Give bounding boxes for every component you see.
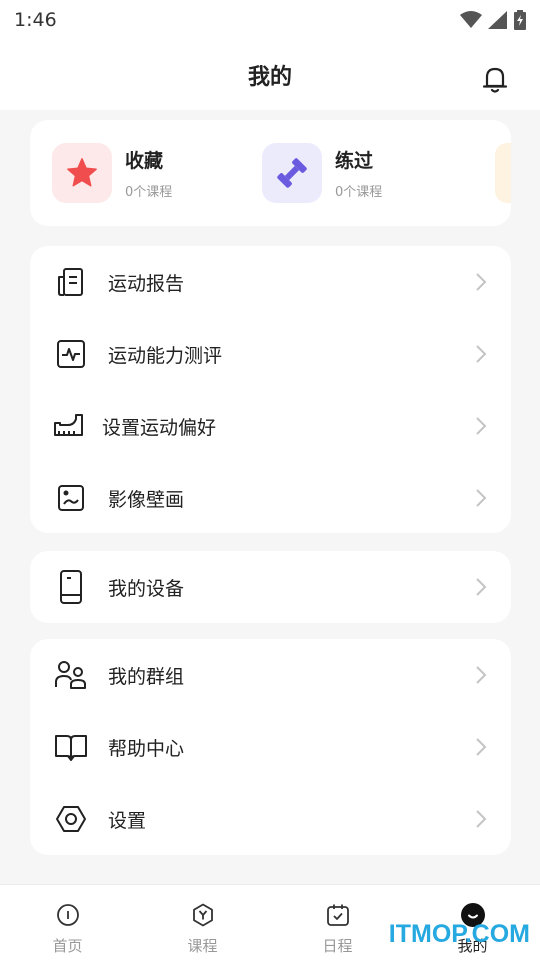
menu-label: 影像壁画 — [108, 488, 185, 511]
menu-item-sport-report[interactable]: 运动报告 — [30, 246, 511, 318]
picture-icon — [52, 479, 90, 517]
chevron-right-icon — [476, 273, 487, 291]
bell-icon[interactable] — [482, 66, 508, 94]
menu-item-preferences[interactable]: 设置运动偏好 — [30, 390, 511, 462]
calendar-icon — [324, 901, 352, 929]
book-icon — [52, 728, 90, 766]
menu-item-ability-test[interactable]: 运动能力测评 — [30, 318, 511, 390]
menu-item-my-groups[interactable]: 我的群组 — [30, 639, 511, 711]
course-icon — [189, 901, 217, 929]
page-title: 我的 — [247, 65, 292, 90]
menu-label: 运动能力测评 — [108, 344, 223, 367]
menu-item-help-center[interactable]: 帮助中心 — [30, 711, 511, 783]
menu-group-more: 我的群组 帮助中心 设置 — [30, 639, 511, 855]
chevron-right-icon — [476, 345, 487, 363]
practiced-item[interactable]: 练过 0个课程 — [262, 143, 382, 203]
tab-label: 日程 — [322, 937, 353, 955]
favorites-title: 收藏 — [125, 150, 164, 172]
favorites-count: 0个课程 — [125, 185, 173, 200]
tab-label: 课程 — [187, 937, 218, 955]
title-bar: 我的 — [0, 40, 540, 110]
chevron-right-icon — [476, 738, 487, 756]
next-item-peek — [495, 143, 511, 203]
chevron-right-icon — [476, 417, 487, 435]
favorites-card: 收藏 0个课程 练过 0个课程 — [30, 120, 511, 226]
chevron-right-icon — [476, 810, 487, 828]
menu-item-photo-wall[interactable]: 影像壁画 — [30, 462, 511, 533]
menu-label: 帮助中心 — [108, 737, 185, 760]
signal-icon — [488, 11, 507, 29]
menu-label: 我的群组 — [108, 665, 185, 688]
wifi-icon — [460, 11, 482, 28]
settings-icon — [52, 800, 90, 838]
menu-item-my-devices[interactable]: 我的设备 — [30, 551, 511, 623]
home-icon — [54, 901, 82, 929]
menu-label: 运动报告 — [108, 272, 185, 295]
device-icon — [52, 568, 90, 606]
tab-schedule[interactable]: 日程 — [270, 885, 405, 960]
menu-item-settings[interactable]: 设置 — [30, 783, 511, 855]
shoe-icon — [50, 407, 88, 445]
status-icons — [460, 10, 526, 30]
battery-icon — [514, 10, 526, 30]
tab-label: 首页 — [52, 937, 83, 955]
tab-home[interactable]: 首页 — [0, 885, 135, 960]
star-icon — [52, 143, 112, 203]
menu-label: 我的设备 — [108, 577, 185, 600]
chevron-right-icon — [476, 666, 487, 684]
favorites-item[interactable]: 收藏 0个课程 — [52, 143, 172, 203]
practiced-count: 0个课程 — [335, 185, 383, 200]
status-bar: 1:46 — [0, 0, 540, 40]
menu-label: 设置运动偏好 — [102, 416, 217, 439]
chevron-right-icon — [476, 489, 487, 507]
tab-courses[interactable]: 课程 — [135, 885, 270, 960]
group-icon — [52, 656, 90, 694]
menu-label: 设置 — [108, 809, 147, 832]
status-time: 1:46 — [14, 9, 57, 31]
practiced-title: 练过 — [335, 150, 374, 172]
watermark: ITMOP.COM — [388, 920, 530, 948]
menu-group-sports: 运动报告 运动能力测评 设置运动偏好 影像壁画 — [30, 246, 511, 533]
menu-group-device: 我的设备 — [30, 551, 511, 623]
chevron-right-icon — [476, 578, 487, 596]
report-icon — [52, 263, 90, 301]
dumbbell-icon — [262, 143, 322, 203]
pulse-icon — [52, 335, 90, 373]
